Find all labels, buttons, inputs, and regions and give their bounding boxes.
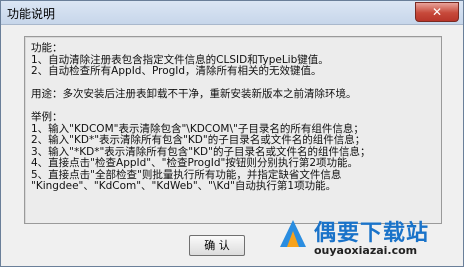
dialog-window: 功能说明 ✕ 功能： 1、自动清除注册表包含指定文件信息的CLSID和TypeLi… — [0, 0, 464, 267]
description-line: 举例： — [31, 111, 63, 123]
description-line — [31, 101, 437, 113]
description-line: 用途：多次安装后注册表卸载不干净，重新安装新版本之前清除环境。 — [31, 88, 357, 100]
description-text: 功能： 1、自动清除注册表包含指定文件信息的CLSID和TypeLib键值。 2、自… — [31, 42, 437, 193]
description-line: 功能： — [31, 42, 63, 54]
description-line: 2、自动检查所有AppId、ProgId，清除所有相关的无效键值。 — [31, 65, 322, 77]
description-line: 4、直接点击"检查AppId"、"检查ProgId"按钮则分别执行第2项功能。 — [31, 157, 359, 169]
title-bar: 功能说明 ✕ — [1, 1, 463, 25]
close-button[interactable]: ✕ — [415, 2, 459, 22]
close-icon: ✕ — [431, 5, 443, 19]
description-line: "Kingdee"、"KdCom"、"KdWeb"、"\Kd"自动执行第1项功能… — [31, 180, 337, 192]
ok-button[interactable]: 确 认 — [189, 235, 245, 256]
window-title: 功能说明 — [7, 7, 56, 21]
description-line: 2、输入"KD*"表示清除所有包含"KD"的子目录名或文件名的组件信息； — [31, 134, 366, 146]
description-textbox[interactable]: 功能： 1、自动清除注册表包含指定文件信息的CLSID和TypeLib键值。 2、自… — [24, 36, 442, 224]
